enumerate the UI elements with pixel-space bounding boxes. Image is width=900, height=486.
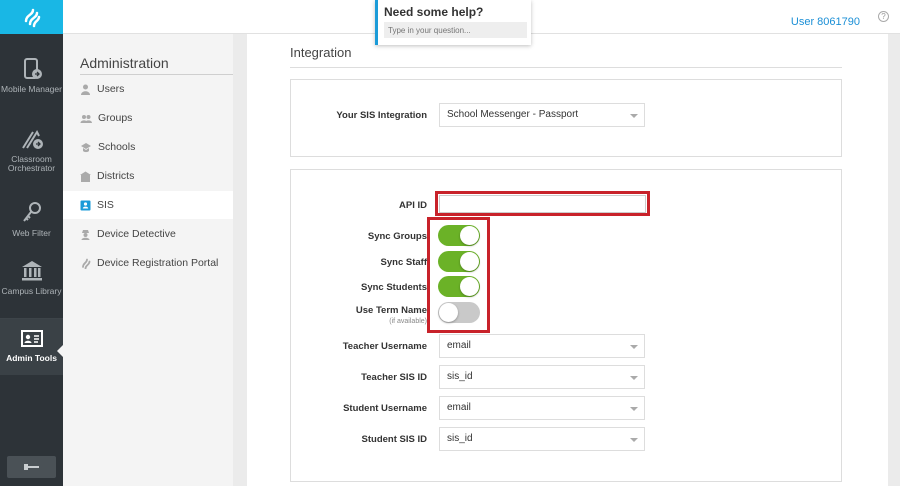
api-id-input[interactable] <box>439 195 646 213</box>
rail-item-label: Admin Tools <box>6 353 57 363</box>
use-term-name-label: Use Term Name <box>355 305 427 316</box>
sidebar-item-label: Device Detective <box>97 228 176 240</box>
rail-item-label: Campus Library <box>1 286 62 296</box>
sidebar-item-districts[interactable]: Districts <box>63 162 233 190</box>
chevron-down-icon <box>630 438 638 442</box>
student-sis-id-label: Student SIS ID <box>361 434 427 445</box>
teacher-sis-id-select[interactable]: sis_id <box>439 365 645 389</box>
teacher-username-label: Teacher Username <box>342 341 427 352</box>
student-username-select[interactable]: email <box>439 396 645 420</box>
chevron-down-icon <box>630 345 638 349</box>
help-widget: Need some help? <box>375 0 531 45</box>
sis-settings-panel: API ID Sync Groups Sync Staff Sync Stude… <box>290 169 842 482</box>
chevron-down-icon <box>630 376 638 380</box>
rail-item-label: Mobile Manager <box>1 84 62 94</box>
sidebar-item-device-registration-portal[interactable]: Device Registration Portal <box>63 249 233 277</box>
sis-integration-label: Your SIS Integration <box>336 110 427 121</box>
sync-groups-toggle[interactable] <box>438 225 480 246</box>
rail-item-campus-library[interactable]: Campus Library <box>0 254 63 324</box>
teacher-sis-id-label: Teacher SIS ID <box>361 372 427 383</box>
sync-staff-toggle[interactable] <box>438 251 480 272</box>
school-icon <box>81 142 91 152</box>
sidebar-item-sis[interactable]: SIS <box>63 191 233 219</box>
sis-icon <box>80 200 91 210</box>
sync-students-label: Sync Students <box>361 282 427 293</box>
chevron-down-icon <box>630 114 638 118</box>
sidebar-item-label: Groups <box>98 112 133 124</box>
help-title: Need some help? <box>384 5 484 19</box>
admin-title: Administration <box>80 55 169 71</box>
sync-students-toggle[interactable] <box>438 276 480 297</box>
app-logo[interactable] <box>0 0 63 34</box>
app-rail: Mobile Manager Classroom Orchestrator We… <box>0 0 63 486</box>
sidebar-item-label: Users <box>97 83 125 95</box>
sidebar-item-label: Device Registration Portal <box>97 257 219 269</box>
teacher-username-select[interactable]: email <box>439 334 645 358</box>
groups-icon <box>80 114 92 123</box>
toggle-knob <box>460 277 479 296</box>
toggle-knob <box>460 226 479 245</box>
select-value: sis_id <box>447 433 473 444</box>
sis-integration-panel: Your SIS Integration School Messenger - … <box>290 79 842 157</box>
select-value: email <box>447 340 471 351</box>
student-sis-id-select[interactable]: sis_id <box>439 427 645 451</box>
sidebar-item-label: Districts <box>97 170 135 182</box>
use-term-name-toggle[interactable] <box>438 302 480 323</box>
api-id-label: API ID <box>399 200 427 211</box>
sync-staff-label: Sync Staff <box>380 257 427 268</box>
select-value: School Messenger - Passport <box>447 109 579 120</box>
admin-tools-icon <box>20 330 43 347</box>
rail-item-mobile-manager[interactable]: Mobile Manager <box>0 52 63 122</box>
logo-icon <box>24 8 40 28</box>
user-menu-link[interactable]: User 8061790 <box>791 16 860 28</box>
chevron-down-icon <box>630 407 638 411</box>
select-value: email <box>447 402 471 413</box>
campus-library-icon <box>21 261 42 281</box>
sidebar-item-label: SIS <box>97 199 114 211</box>
mobile-manager-icon <box>23 58 42 79</box>
toggle-knob <box>439 303 458 322</box>
registration-portal-icon <box>82 258 91 269</box>
student-username-label: Student Username <box>343 403 427 414</box>
rail-item-admin-tools[interactable]: Admin Tools <box>0 319 63 375</box>
sidebar-item-device-detective[interactable]: Device Detective <box>63 220 233 248</box>
rail-item-label: Classroom Orchestrator <box>7 154 56 173</box>
sidebar-item-users[interactable]: Users <box>63 75 233 103</box>
user-icon <box>81 84 90 95</box>
sync-groups-label: Sync Groups <box>367 231 427 242</box>
sidebar-item-groups[interactable]: Groups <box>63 104 233 132</box>
sis-integration-select[interactable]: School Messenger - Passport <box>439 103 645 127</box>
toggle-knob <box>460 252 479 271</box>
main-content: Integration Your SIS Integration School … <box>247 34 888 486</box>
section-title: Integration <box>290 45 352 60</box>
rail-item-classroom-orchestrator[interactable]: Classroom Orchestrator <box>0 122 63 192</box>
classroom-orchestrator-icon <box>21 129 43 149</box>
help-icon[interactable]: ? <box>878 11 889 22</box>
rail-item-label: Web Filter <box>12 228 51 238</box>
device-detective-icon <box>81 229 90 240</box>
section-divider <box>290 67 842 68</box>
select-value: sis_id <box>447 371 473 382</box>
web-filter-icon <box>22 202 41 222</box>
collapse-button[interactable] <box>7 456 56 478</box>
use-term-name-sublabel: (if available) <box>389 318 427 325</box>
collapse-icon <box>23 464 39 470</box>
sidebar-item-schools[interactable]: Schools <box>63 133 233 161</box>
sidebar-item-label: Schools <box>98 141 136 153</box>
admin-sidebar: Administration Users Groups Schools Dist… <box>63 34 233 486</box>
district-icon <box>80 171 91 182</box>
help-search-input[interactable] <box>384 22 527 38</box>
